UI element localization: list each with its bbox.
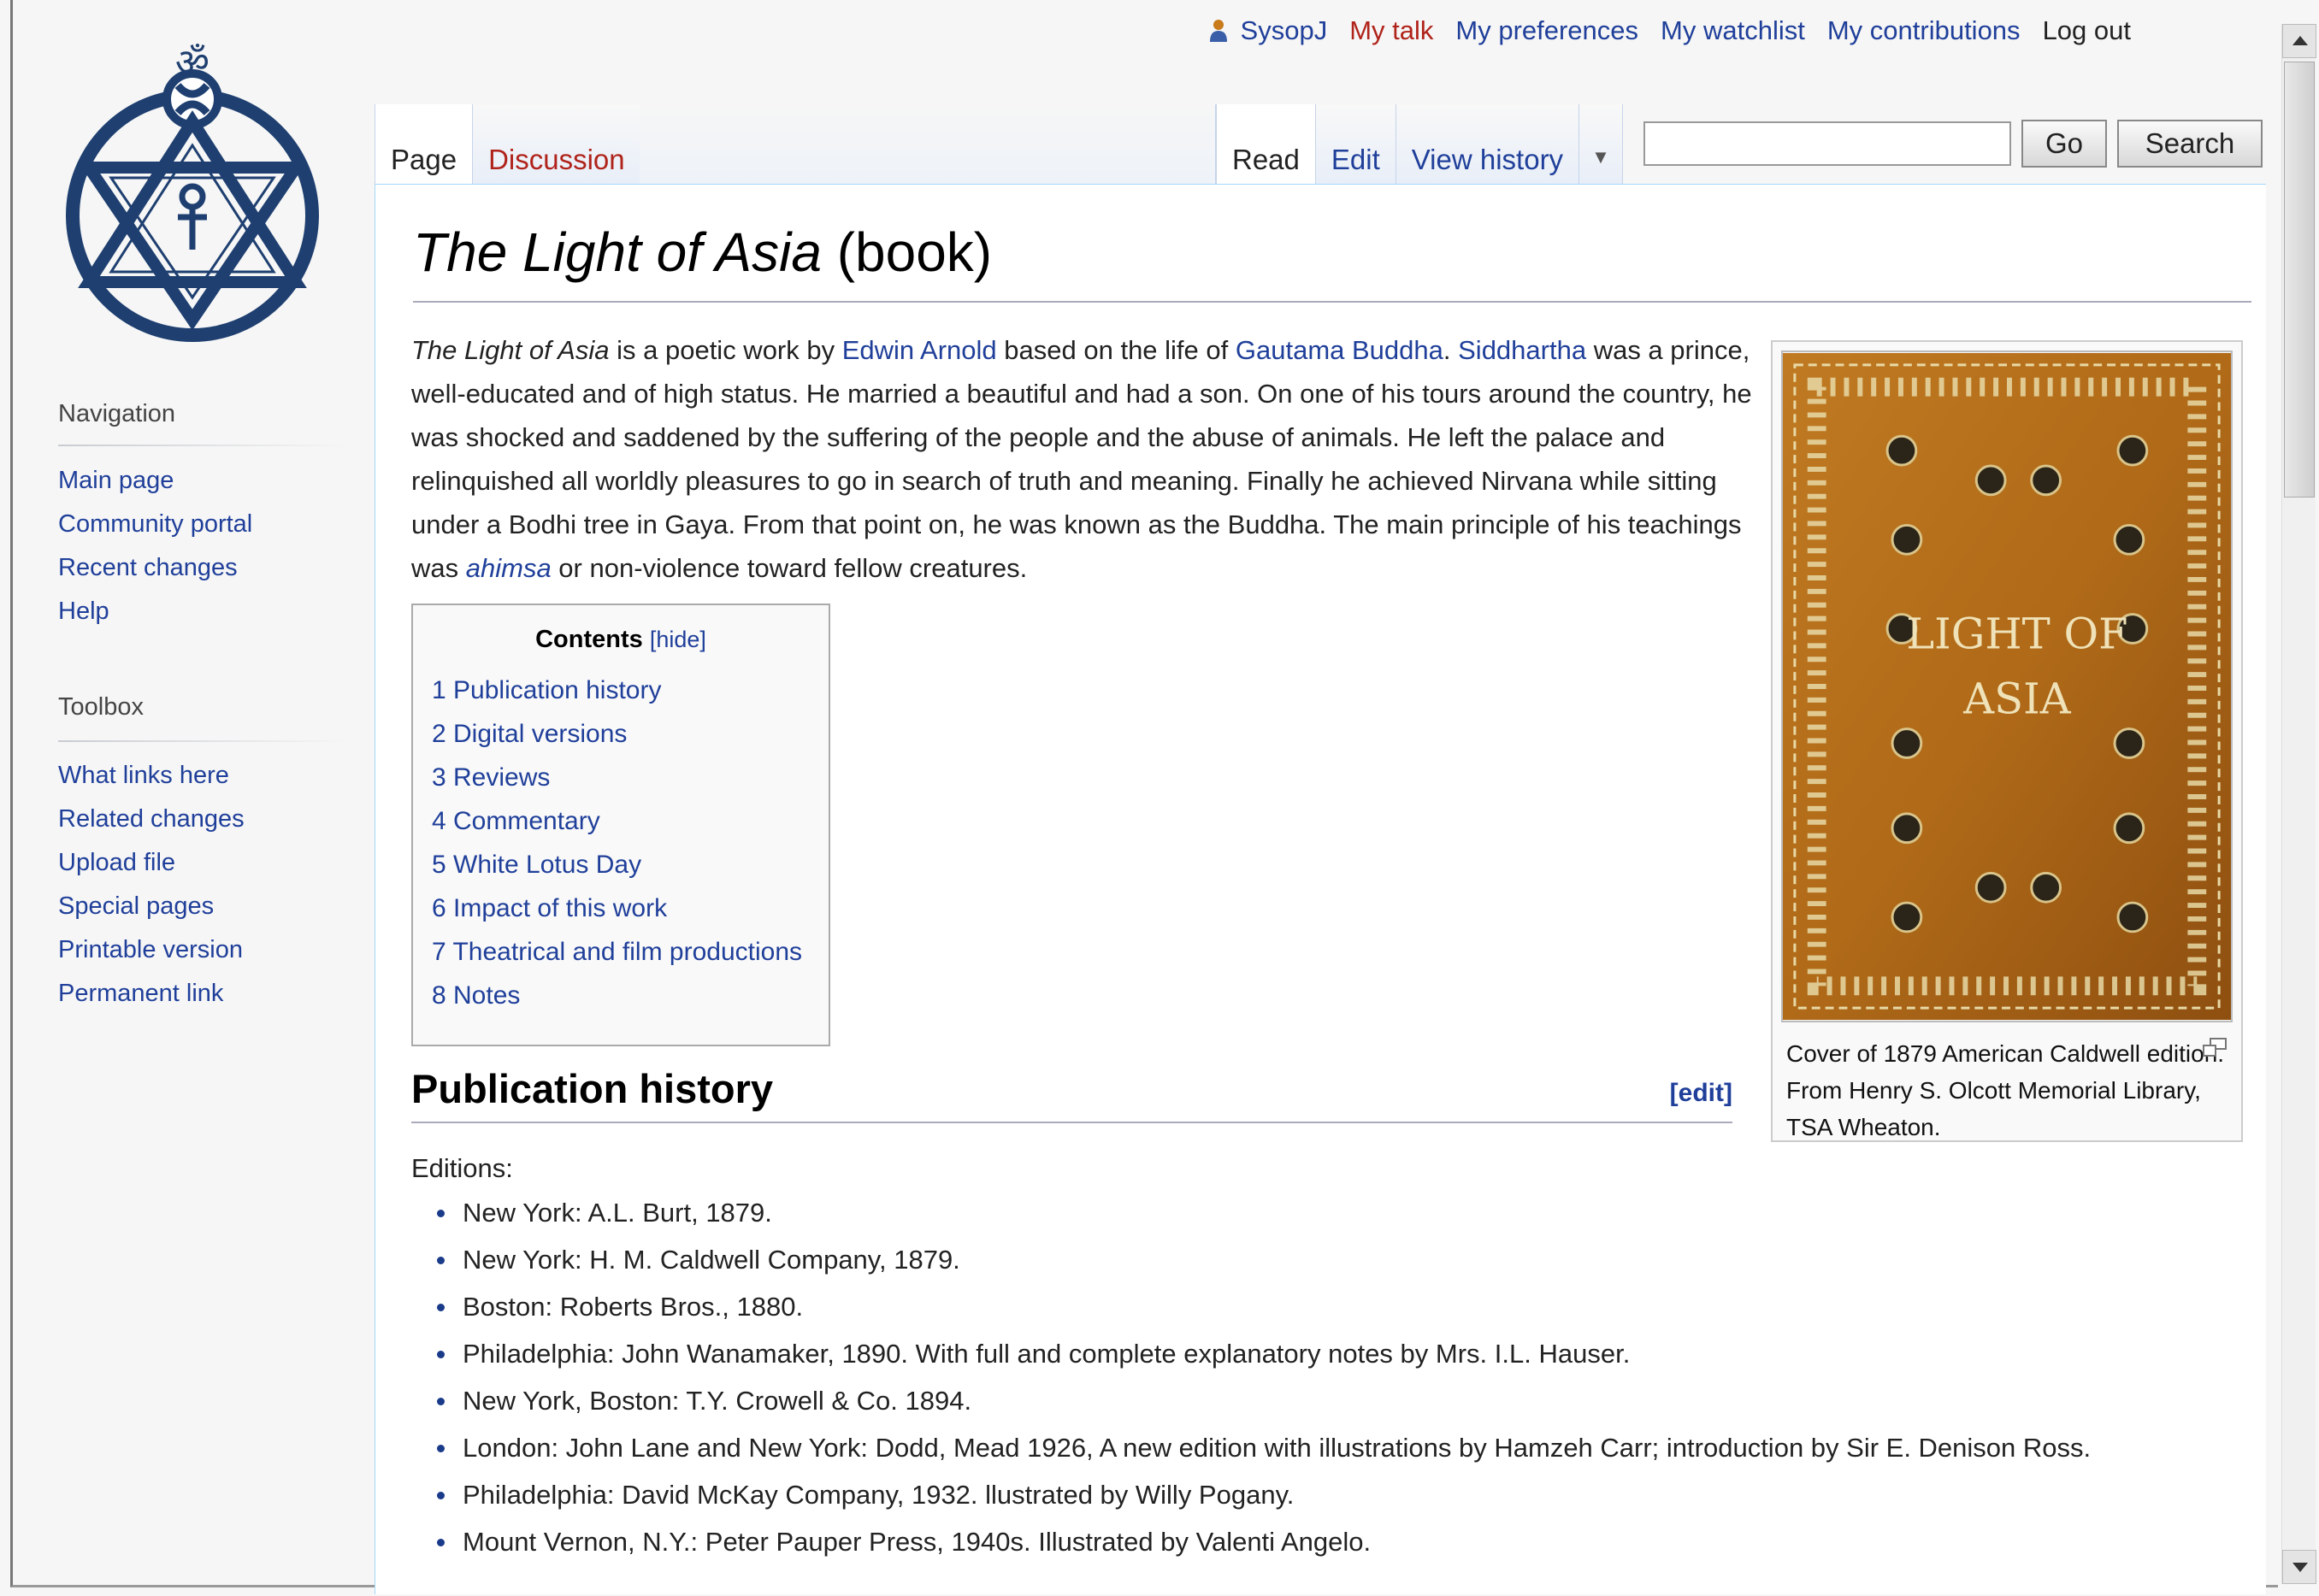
intro-text: was a prince, well-educated and of high …	[411, 335, 1752, 583]
link-siddhartha[interactable]: Siddhartha	[1458, 335, 1586, 365]
cover-title-line1: LIGHT OF	[1906, 609, 2127, 658]
list-item: New York: A.L. Burt, 1879.	[437, 1189, 2091, 1236]
sidebar-item-main-page[interactable]: Main page	[58, 467, 174, 494]
sidebar-item-recent-changes[interactable]: Recent changes	[58, 554, 238, 581]
user-icon	[1209, 20, 1227, 42]
cover-title-line2: ASIA	[1962, 674, 2071, 724]
tab-discussion[interactable]: Discussion	[473, 104, 641, 185]
caption-text: Cover of 1879 American Caldwell edition.…	[1786, 1040, 2225, 1140]
my-watchlist-link[interactable]: My watchlist	[1661, 15, 1805, 46]
toc-heading: Contents	[535, 626, 643, 653]
my-contributions-link[interactable]: My contributions	[1827, 15, 2021, 46]
navigation-list: Main page Community portal Recent change…	[58, 459, 252, 633]
toc-item[interactable]: 8 Notes	[432, 981, 520, 1010]
toc-title: Contents [hide]	[432, 626, 810, 668]
intro-text: .	[1443, 335, 1459, 365]
editions-label: Editions:	[411, 1153, 513, 1183]
log-out-link[interactable]: Log out	[2043, 15, 2131, 46]
sidebar-item-special-pages[interactable]: Special pages	[58, 892, 214, 920]
link-edwin-arnold[interactable]: Edwin Arnold	[842, 335, 997, 365]
list-item: New York, Boston: T.Y. Crowell & Co. 189…	[437, 1377, 2091, 1424]
sidebar-item-help[interactable]: Help	[58, 598, 109, 625]
username-link[interactable]: SysopJ	[1241, 15, 1328, 46]
tab-bar-spacer	[640, 104, 1216, 185]
page-title: The Light of Asia (book)	[413, 221, 2251, 303]
sidebar-item-related-changes[interactable]: Related changes	[58, 805, 245, 833]
page-title-suffix: (book)	[821, 221, 993, 283]
search-button[interactable]: Search	[2117, 120, 2263, 168]
intro-text: based on the life of	[996, 335, 1236, 365]
sidebar-item-permanent-link[interactable]: Permanent link	[58, 980, 223, 1007]
content-area: The Light of Asia (book) The Light of As…	[375, 184, 2266, 1594]
book-cover-image[interactable]: LIGHT OF ASIA	[1781, 350, 2233, 1022]
list-item: Philadelphia: John Wanamaker, 1890. With…	[437, 1330, 2091, 1377]
tab-page[interactable]: Page	[375, 104, 474, 185]
intro-title: The Light of Asia	[411, 335, 610, 365]
toolbox-divider	[58, 740, 349, 742]
toc-item[interactable]: 1 Publication history	[432, 676, 661, 704]
toolbox-list: What links here Related changes Upload f…	[58, 754, 245, 1016]
sidebar-item-what-links-here[interactable]: What links here	[58, 762, 229, 789]
section-edit-link[interactable]: [edit]	[1670, 1079, 1732, 1108]
list-item: London: John Lane and New York: Dodd, Me…	[437, 1424, 2091, 1471]
toc-item[interactable]: 7 Theatrical and film productions	[432, 938, 802, 966]
table-of-contents: Contents [hide] 1 Publication history 2 …	[411, 604, 830, 1046]
page-title-italic: The Light of Asia	[413, 221, 822, 283]
navigation-heading: Navigation	[58, 400, 176, 427]
list-item: Boston: Roberts Bros., 1880.	[437, 1283, 2091, 1330]
image-caption: Cover of 1879 American Caldwell edition.…	[1781, 1035, 2233, 1145]
toc-item[interactable]: 3 Reviews	[432, 763, 550, 792]
toc-list: 1 Publication history 2 Digital versions…	[432, 668, 810, 1017]
namespace-tabs: Page Discussion	[375, 104, 641, 185]
intro-text: is a poetic work by	[609, 335, 842, 365]
go-button[interactable]: Go	[2021, 120, 2107, 168]
list-item: Philadelphia: David McKay Company, 1932.…	[437, 1471, 2091, 1518]
image-thumbnail: LIGHT OF ASIA Cover of 1879 American Cal…	[1771, 340, 2243, 1142]
vertical-scrollbar[interactable]	[2281, 24, 2316, 1584]
link-gautama-buddha[interactable]: Gautama Buddha	[1236, 335, 1443, 365]
toc-item[interactable]: 5 White Lotus Day	[432, 851, 641, 879]
section-heading-text: Publication history	[411, 1066, 774, 1111]
sidebar-item-upload-file[interactable]: Upload file	[58, 849, 175, 876]
tab-edit[interactable]: Edit	[1315, 104, 1396, 185]
scrollbar-thumb[interactable]	[2284, 62, 2315, 498]
list-item: New York: H. M. Caldwell Company, 1879.	[437, 1236, 2091, 1283]
theosophical-seal-logo[interactable]: ॐ	[60, 26, 325, 342]
toolbox-heading: Toolbox	[58, 693, 144, 721]
sidebar-item-printable-version[interactable]: Printable version	[58, 936, 243, 963]
view-tabs: Read Edit View history ▼	[1216, 104, 1623, 185]
user-link[interactable]: SysopJ	[1208, 15, 1328, 46]
toc-item[interactable]: 6 Impact of this work	[432, 894, 667, 922]
toc-item[interactable]: 4 Commentary	[432, 807, 600, 835]
toc-item[interactable]: 2 Digital versions	[432, 720, 627, 748]
intro-paragraph: The Light of Asia is a poetic work by Ed…	[411, 328, 1762, 590]
personal-toolbar: SysopJ My talk My preferences My watchli…	[1208, 15, 2131, 46]
list-item: Mount Vernon, N.Y.: Peter Pauper Press, …	[437, 1518, 2091, 1565]
navigation-divider	[58, 445, 349, 446]
tab-view-history[interactable]: View history	[1396, 104, 1580, 185]
chevron-down-icon: ▼	[1591, 146, 1610, 168]
my-talk-link[interactable]: My talk	[1349, 15, 1433, 46]
intro-text: or non-violence toward fellow creatures.	[551, 553, 1028, 583]
editions-list: New York: A.L. Burt, 1879. New York: H. …	[437, 1189, 2091, 1565]
my-preferences-link[interactable]: My preferences	[1455, 15, 1638, 46]
sidebar-item-community-portal[interactable]: Community portal	[58, 510, 252, 538]
link-ahimsa[interactable]: ahimsa	[466, 553, 552, 583]
search-input[interactable]	[1643, 121, 2011, 166]
more-actions-menu[interactable]: ▼	[1579, 104, 1623, 185]
scroll-down-arrow-icon[interactable]	[2282, 1550, 2316, 1584]
scroll-up-arrow-icon[interactable]	[2282, 24, 2316, 58]
toc-hide-toggle[interactable]: [hide]	[650, 627, 706, 652]
tab-read[interactable]: Read	[1216, 104, 1316, 185]
enlarge-icon[interactable]	[2202, 1037, 2228, 1059]
section-heading-publication-history: Publication history [edit]	[411, 1065, 1732, 1123]
